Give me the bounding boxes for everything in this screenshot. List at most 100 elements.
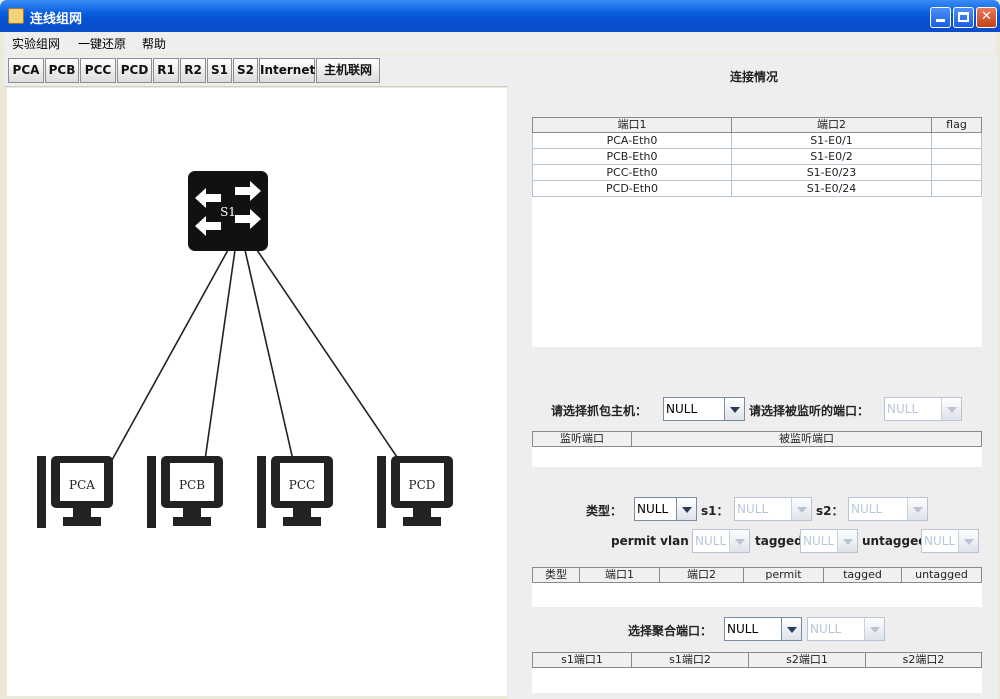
chevron-down-icon: [724, 398, 744, 420]
close-button[interactable]: ✕: [976, 7, 997, 28]
host-label: PCD: [409, 478, 436, 492]
column-header[interactable]: s1端口1: [532, 652, 632, 668]
table-cell: PCA-Eth0: [532, 133, 732, 149]
aggregation-port-select[interactable]: NULL: [724, 617, 802, 641]
vlan-tagged-label: tagged: [755, 534, 803, 548]
vlan-s1-value: NULL: [737, 502, 769, 516]
switch-label: S1: [220, 205, 236, 219]
window-titlebar: 连线组网 ✕: [0, 0, 1000, 32]
device-toolbar: PCA PCB PCC PCD R1 R2 S1 S2 Internet 主机联…: [4, 55, 508, 87]
host-pcc-icon[interactable]: PCC: [257, 456, 333, 528]
aggregation-label: 选择聚合端口：: [628, 624, 713, 638]
column-header[interactable]: 监听端口: [532, 431, 632, 447]
vlan-type-value: NULL: [637, 502, 669, 516]
menu-bar: 实验组网 一键还原 帮助: [4, 32, 996, 54]
toolbar-button-pcd[interactable]: PCD: [117, 58, 152, 83]
capture-port-select[interactable]: NULL: [884, 397, 962, 421]
minimize-button[interactable]: [930, 7, 951, 28]
toolbar-button-host-network[interactable]: 主机联网: [316, 58, 380, 83]
maximize-icon: [958, 12, 969, 22]
maximize-button[interactable]: [953, 7, 974, 28]
chevron-down-icon: [729, 530, 749, 552]
chevron-down-icon: [941, 398, 961, 420]
capture-host-select[interactable]: NULL: [663, 397, 745, 421]
vlan-type-select[interactable]: NULL: [634, 497, 697, 521]
chevron-down-icon: [676, 498, 696, 520]
vlan-table: 类型 端口1 端口2 permit tagged untagged: [532, 567, 982, 607]
vlan-s2-label: s2：: [816, 504, 844, 518]
chevron-down-icon: [864, 618, 884, 640]
vlan-untagged-value: NULL: [924, 534, 956, 548]
chevron-down-icon: [791, 498, 811, 520]
table-cell: PCC-Eth0: [532, 165, 732, 181]
link-pcc: [244, 249, 294, 461]
link-pcb: [204, 249, 236, 461]
table-cell: [932, 149, 982, 165]
host-pcb-icon[interactable]: PCB: [147, 456, 223, 528]
window-title: 连线组网: [30, 12, 83, 27]
toolbar-button-internet[interactable]: Internet: [259, 58, 315, 83]
aggregation-value-2: NULL: [810, 622, 842, 636]
toolbar-button-pcb[interactable]: PCB: [45, 58, 79, 83]
column-header[interactable]: 类型: [532, 567, 580, 583]
host-pca-icon[interactable]: PCA: [37, 456, 113, 528]
menu-experiment[interactable]: 实验组网: [12, 35, 60, 52]
host-label: PCA: [69, 478, 95, 492]
toolbar-button-pca[interactable]: PCA: [8, 58, 44, 83]
vlan-tagged-value: NULL: [803, 534, 835, 548]
menu-reset[interactable]: 一键还原: [78, 35, 126, 52]
connections-table: 端口1 端口2 flag PCA-Eth0 S1-E0/1 PCB-Eth0 S…: [532, 117, 982, 347]
vlan-untagged-label: untagged: [862, 534, 927, 548]
toolbar-button-r1[interactable]: R1: [153, 58, 179, 83]
capture-host-value: NULL: [666, 402, 698, 416]
vlan-s2-select[interactable]: NULL: [848, 497, 928, 521]
chevron-down-icon: [907, 498, 927, 520]
table-cell: S1-E0/1: [732, 133, 932, 149]
table-cell: [932, 165, 982, 181]
column-header[interactable]: s2端口1: [749, 652, 866, 668]
menu-help[interactable]: 帮助: [142, 35, 166, 52]
toolbar-button-pcc[interactable]: PCC: [80, 58, 116, 83]
column-header[interactable]: s2端口2: [866, 652, 982, 668]
minimize-icon: [936, 19, 945, 22]
column-header[interactable]: untagged: [902, 567, 982, 583]
vlan-tagged-select[interactable]: NULL: [800, 529, 858, 553]
table-cell: PCD-Eth0: [532, 181, 732, 197]
capture-host-label: 请选择抓包主机：: [551, 404, 648, 418]
chevron-down-icon: [781, 618, 801, 640]
table-cell: [932, 133, 982, 149]
capture-table: 监听端口 被监听端口: [532, 431, 982, 467]
column-header[interactable]: 端口2: [732, 117, 932, 133]
aggregation-value: NULL: [727, 622, 759, 636]
vlan-s1-select[interactable]: NULL: [734, 497, 812, 521]
app-icon: [8, 8, 24, 24]
column-header[interactable]: permit: [744, 567, 824, 583]
switch-s1-icon[interactable]: S1: [188, 171, 268, 251]
column-header[interactable]: 端口1: [580, 567, 660, 583]
host-label: PCC: [289, 478, 315, 492]
capture-port-value: NULL: [887, 402, 919, 416]
host-pcd-icon[interactable]: PCD: [377, 456, 453, 528]
column-header[interactable]: 被监听端口: [632, 431, 982, 447]
right-panel: 连接情况 端口1 端口2 flag PCA-Eth0 S1-E0/1 PCB-E…: [508, 55, 998, 699]
table-cell: S1-E0/2: [732, 149, 932, 165]
capture-port-label: 请选择被监听的端口：: [749, 404, 870, 418]
topology-canvas[interactable]: S1 PCA PCB PCC PCD: [7, 88, 507, 696]
link-pca: [111, 249, 229, 461]
column-header[interactable]: 端口2: [660, 567, 744, 583]
link-pcd: [256, 249, 400, 461]
vlan-untagged-select[interactable]: NULL: [921, 529, 979, 553]
vlan-permit-select[interactable]: NULL: [692, 529, 750, 553]
column-header[interactable]: s1端口2: [632, 652, 749, 668]
toolbar-button-s1[interactable]: S1: [207, 58, 232, 83]
toolbar-button-r2[interactable]: R2: [180, 58, 206, 83]
column-header[interactable]: 端口1: [532, 117, 732, 133]
aggregation-port2-select[interactable]: NULL: [807, 617, 885, 641]
vlan-s2-value: NULL: [851, 502, 883, 516]
table-cell: PCB-Eth0: [532, 149, 732, 165]
toolbar-button-s2[interactable]: S2: [233, 58, 258, 83]
aggregation-table: s1端口1 s1端口2 s2端口1 s2端口2: [532, 652, 982, 693]
column-header[interactable]: tagged: [824, 567, 902, 583]
table-cell: [932, 181, 982, 197]
column-header[interactable]: flag: [932, 117, 982, 133]
